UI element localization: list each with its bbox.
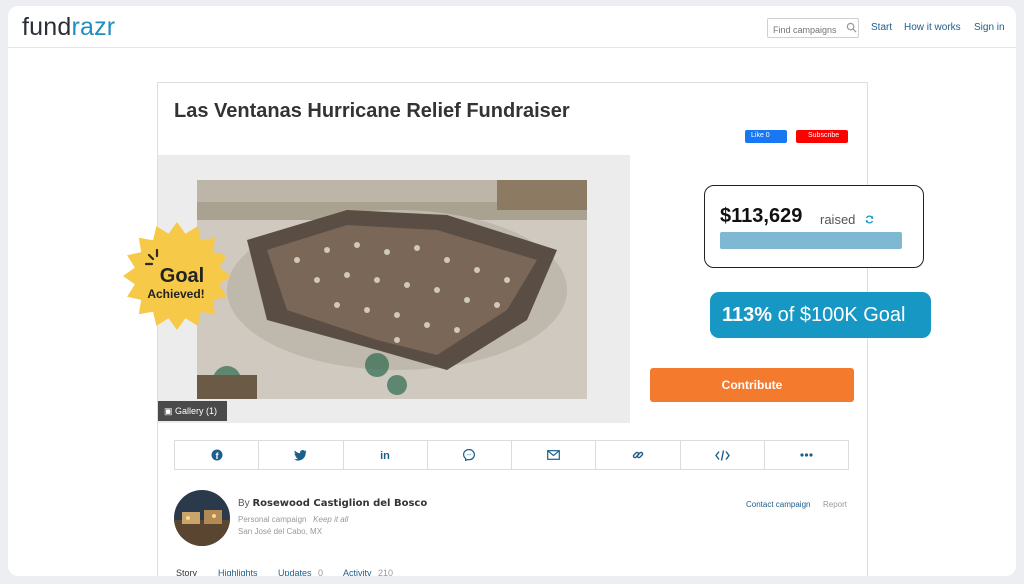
share-more[interactable] [765, 441, 848, 469]
amount-raised-callout: $113,629 raised [704, 185, 924, 268]
badge-achieved-text: Achieved! [147, 287, 204, 301]
embed-icon [714, 449, 730, 461]
campaign-title: Las Ventanas Hurricane Relief Fundraiser [174, 100, 570, 122]
progress-fill [720, 232, 902, 249]
goal-percentage-callout: 113% of $100K Goal [710, 292, 931, 338]
contact-campaign-link[interactable]: Contact campaign [746, 500, 810, 509]
fundrazr-logo[interactable]: fundrazr [22, 13, 115, 42]
link-icon [632, 451, 644, 459]
campaign-photo[interactable] [197, 180, 587, 399]
owner-byline: By Rosewood Castiglion del Bosco [238, 498, 428, 509]
refresh-icon[interactable] [865, 215, 874, 224]
share-embed[interactable] [681, 441, 765, 469]
campaign-location: San José del Cabo, MX [238, 527, 323, 536]
nav-sign-in[interactable]: Sign in [974, 22, 1005, 33]
share-linkedin[interactable]: in [344, 441, 428, 469]
badge-goal-text: Goal [160, 265, 204, 287]
campaign-type: Personal campaign Keep it all [238, 515, 349, 524]
tab-highlights[interactable]: Highlights [218, 568, 258, 576]
email-icon [547, 450, 561, 460]
tab-activity[interactable]: Activity 210 [343, 568, 393, 576]
svg-text:in: in [380, 450, 390, 461]
contribute-button[interactable]: Contribute [650, 368, 854, 402]
share-link[interactable] [596, 441, 681, 469]
browser-frame: fundrazr Start How it works Sign in Las … [8, 6, 1016, 576]
twitter-icon [294, 449, 307, 461]
tab-updates[interactable]: Updates 0 [278, 568, 323, 576]
avatar[interactable] [174, 490, 230, 546]
share-bar: f in [174, 440, 849, 470]
site-header: fundrazr Start How it works Sign in [8, 6, 1016, 48]
more-icon [800, 453, 813, 457]
share-email[interactable] [512, 441, 597, 469]
image-icon: ▣ [164, 406, 176, 416]
facebook-like-button[interactable]: Like 0 [745, 130, 787, 143]
youtube-subscribe-button[interactable]: Subscribe [796, 130, 848, 143]
share-messenger[interactable] [428, 441, 512, 469]
share-facebook[interactable]: f [175, 441, 260, 469]
goal-achieved-badge: Goal Achieved! [123, 222, 231, 330]
messenger-icon [463, 449, 476, 461]
search-icon[interactable] [846, 22, 857, 33]
share-twitter[interactable] [259, 441, 344, 469]
funding-model: Keep it all [313, 515, 349, 524]
progress-bar [720, 232, 902, 249]
nav-start[interactable]: Start [871, 22, 892, 33]
tab-story[interactable]: Story [176, 568, 197, 576]
facebook-icon: f [211, 449, 223, 461]
gallery-button[interactable]: ▣ Gallery (1) [158, 401, 227, 421]
raised-label: raised [820, 212, 856, 227]
owner-name[interactable]: Rosewood Castiglion del Bosco [252, 498, 427, 509]
linkedin-icon: in [380, 450, 390, 461]
raised-amount: $113,629 [720, 205, 803, 227]
report-link[interactable]: Report [823, 500, 847, 509]
nav-how-it-works[interactable]: How it works [904, 22, 961, 33]
